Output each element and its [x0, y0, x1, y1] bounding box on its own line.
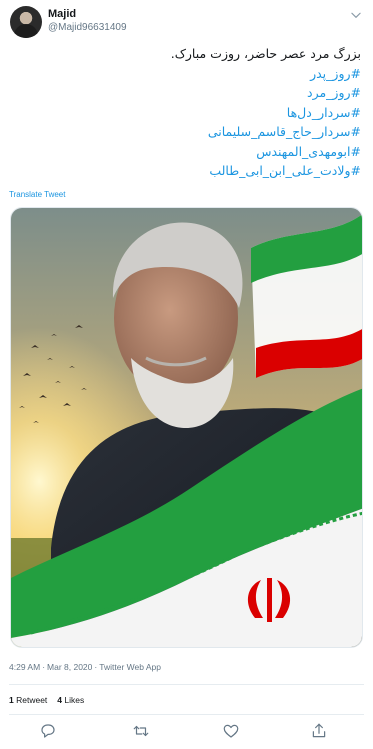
like-count: 4	[57, 695, 63, 705]
divider	[9, 684, 364, 685]
portrait-with-flag-image	[11, 208, 362, 647]
hashtag-link[interactable]: #سردار_دل‌ها	[21, 103, 361, 123]
user-name[interactable]: Majid	[48, 8, 76, 20]
hashtag-link[interactable]: #سردار_حاج_قاسم_سلیمانی	[21, 122, 361, 142]
tweet-time[interactable]: 4:29 AM	[9, 662, 40, 672]
retweet-icon[interactable]	[132, 722, 150, 740]
hashtag-link[interactable]: #ولادت_علی_ابن_ابی_طالب	[21, 161, 361, 181]
user-handle[interactable]: @Majid96631409	[48, 22, 127, 33]
hashtag-link[interactable]: #ابومهدی_المهندس	[21, 142, 361, 162]
tweet-actions	[0, 722, 373, 742]
divider	[9, 714, 364, 715]
chevron-down-icon[interactable]	[349, 8, 363, 22]
likes-label: Likes	[64, 695, 85, 705]
tweet-source-link[interactable]: Twitter Web App	[99, 662, 161, 672]
tweet-text-line: بزرگ مرد عصر حاضر، روزت مبارک.	[170, 46, 361, 61]
tweet-date[interactable]: Mar 8, 2020	[47, 662, 92, 672]
retweets-stat[interactable]: 1 Retweet	[9, 695, 47, 705]
hashtag-link[interactable]: #روز_مرد	[21, 83, 361, 103]
tweet-text: بزرگ مرد عصر حاضر، روزت مبارک. #روز_پدر …	[21, 44, 361, 181]
likes-stat[interactable]: 4 Likes	[57, 695, 84, 705]
heart-icon[interactable]	[222, 722, 240, 740]
reply-icon[interactable]	[39, 722, 57, 740]
share-icon[interactable]	[310, 722, 328, 740]
meta-separator: ·	[42, 662, 46, 672]
translate-tweet-link[interactable]: Translate Tweet	[9, 190, 65, 199]
retweet-label: Retweet	[16, 695, 48, 705]
tweet-stats: 1 Retweet 4 Likes	[9, 695, 84, 705]
avatar[interactable]	[10, 6, 42, 38]
tweet-photo[interactable]	[10, 207, 363, 648]
tweet-timestamp: 4:29 AM · Mar 8, 2020 · Twitter Web App	[9, 662, 161, 672]
hashtag-link[interactable]: #روز_پدر	[21, 64, 361, 84]
tweet-header: Majid @Majid96631409	[8, 6, 365, 40]
retweet-count: 1	[9, 695, 14, 705]
